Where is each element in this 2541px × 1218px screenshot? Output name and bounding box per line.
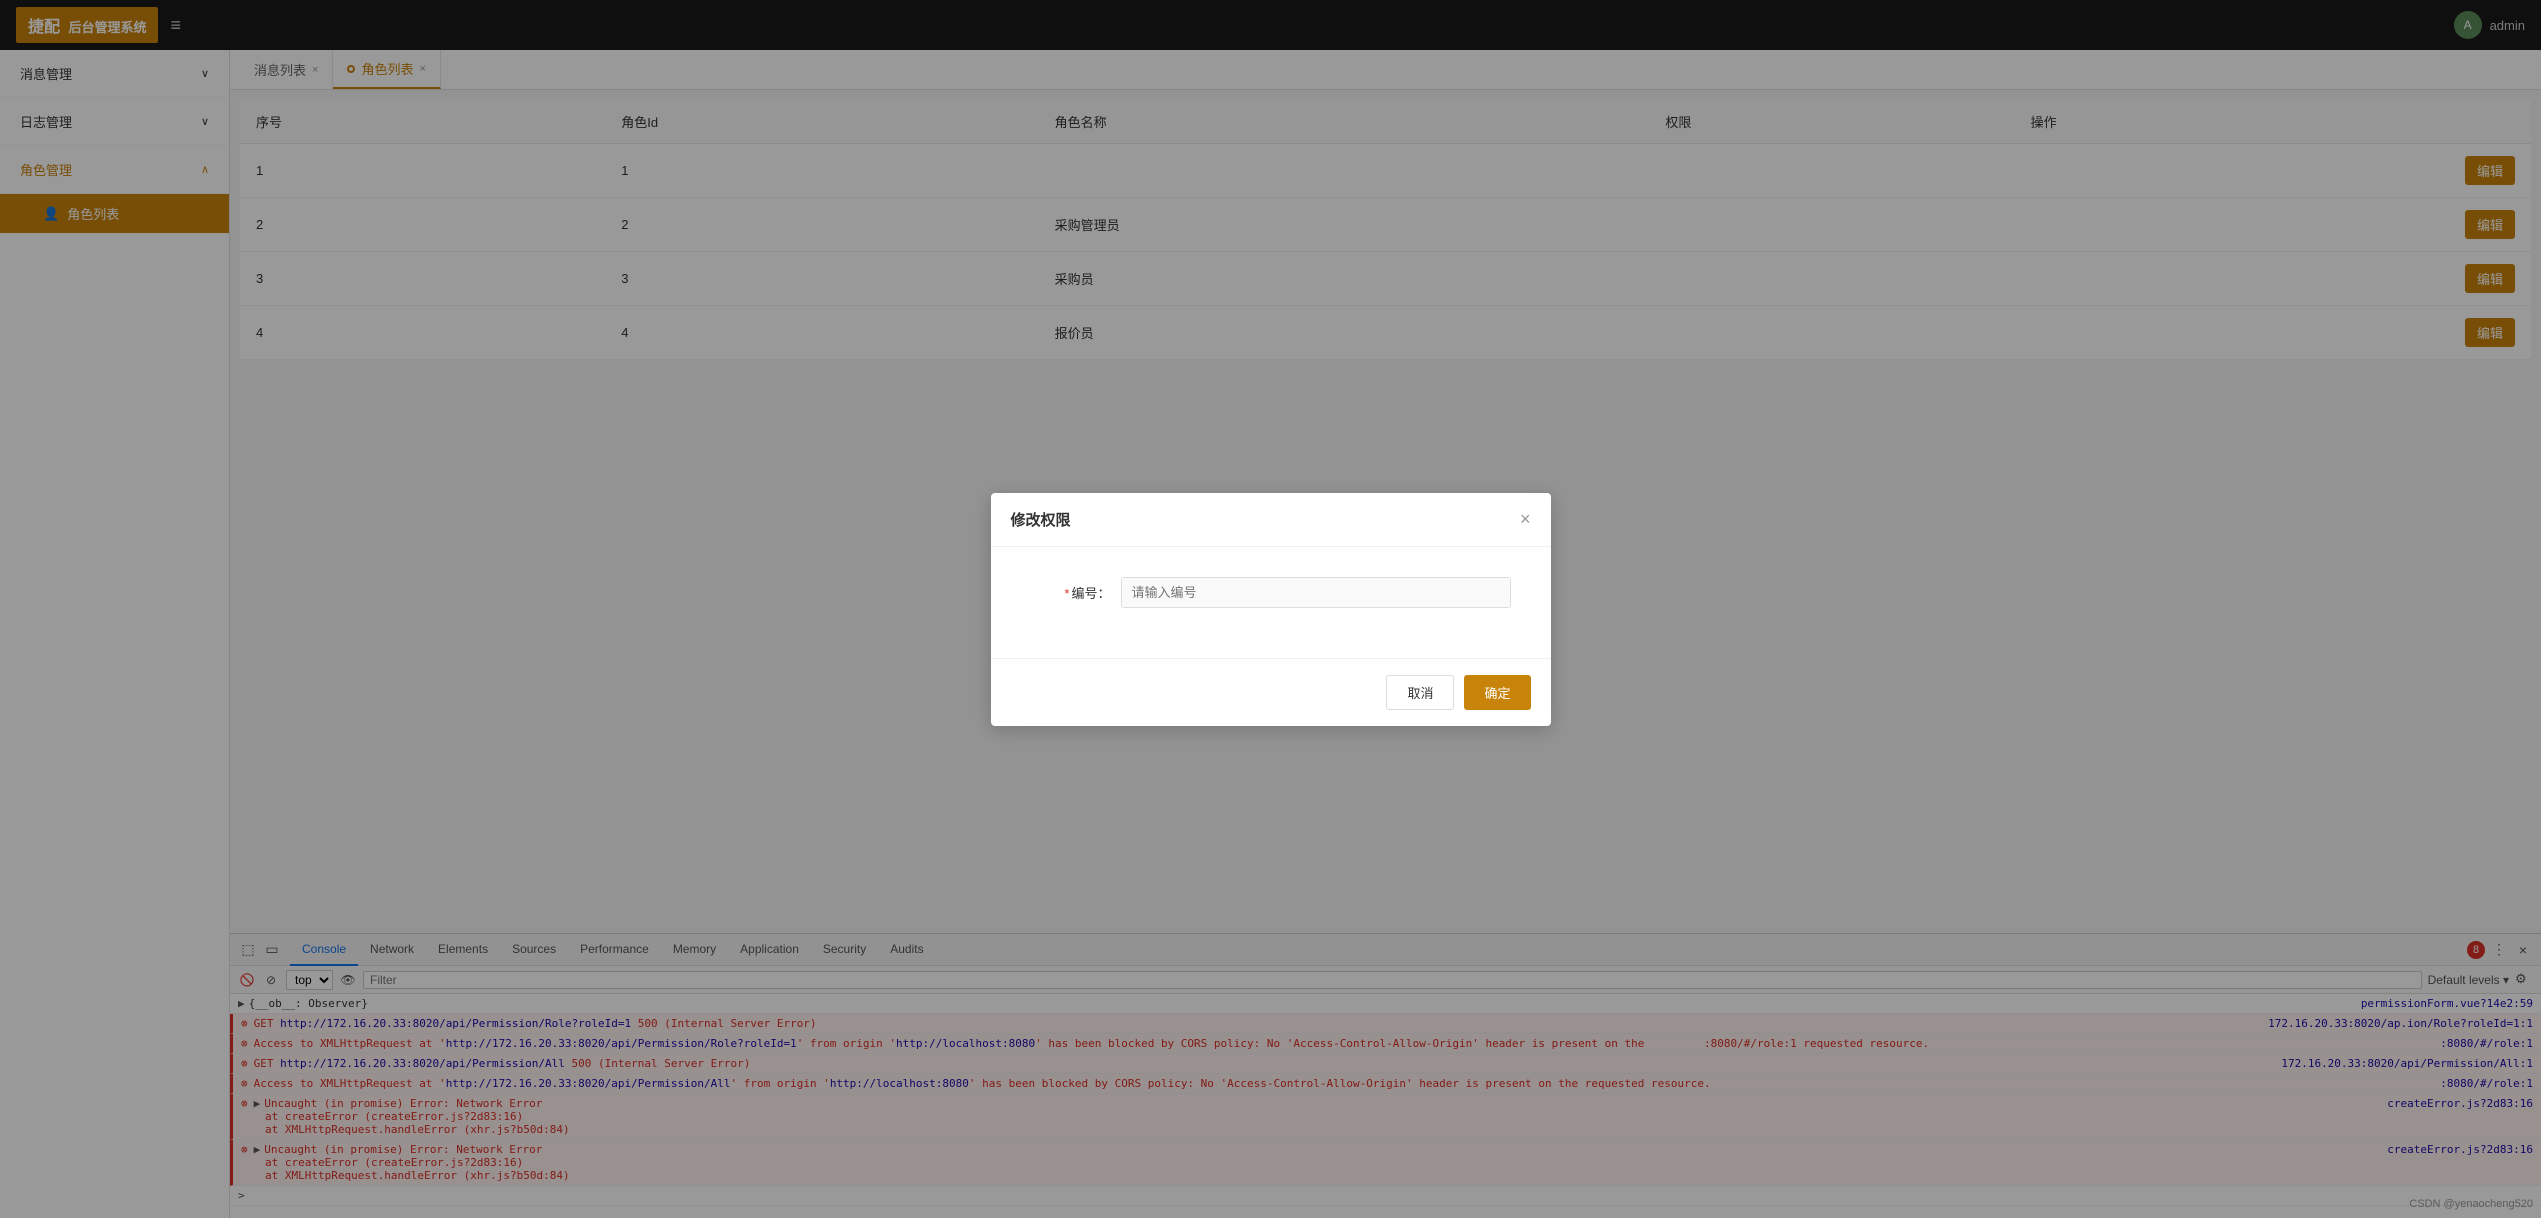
form-label-code: *编号： [1031, 583, 1111, 602]
modal-title: 修改权限 [1011, 509, 1071, 530]
modal-body: *编号： [991, 547, 1551, 658]
modal-footer: 取消 确定 [991, 658, 1551, 726]
form-row-code: *编号： [1031, 577, 1511, 608]
modal-header: 修改权限 × [991, 493, 1551, 547]
confirm-button[interactable]: 确定 [1464, 675, 1530, 710]
modal-dialog: 修改权限 × *编号： 取消 确定 [991, 493, 1551, 726]
required-star: * [1064, 586, 1069, 601]
code-input[interactable] [1121, 577, 1511, 608]
cancel-button[interactable]: 取消 [1386, 675, 1454, 710]
modal-overlay: 修改权限 × *编号： 取消 确定 [0, 0, 2541, 1218]
modal-close-icon[interactable]: × [1520, 509, 1531, 530]
